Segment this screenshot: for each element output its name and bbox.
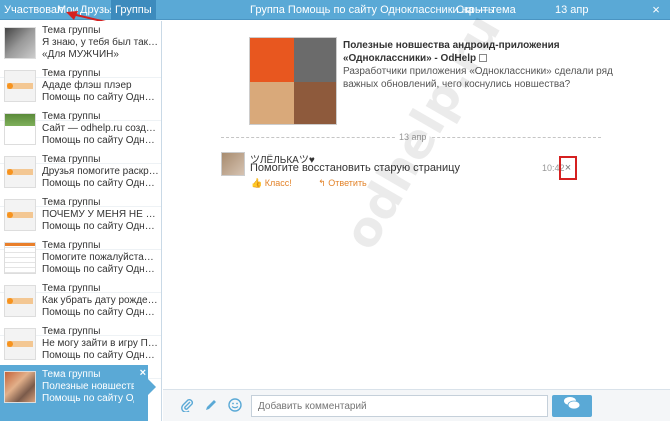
- comment-input[interactable]: [251, 395, 548, 417]
- conversation-thumbnail: [4, 199, 36, 231]
- conversation-group: Помощь по сайту Одн…: [42, 92, 155, 103]
- conversation-snippet: Полезные новшества…: [42, 381, 134, 392]
- delete-icon[interactable]: ×: [563, 162, 573, 174]
- send-icon: [564, 397, 581, 410]
- conversation-snippet: Я знаю, у тебя был так…: [42, 37, 159, 48]
- conversation-thumbnail: [4, 328, 36, 360]
- conversation-group: Помощь по сайту Одн…: [42, 350, 155, 361]
- conversation-snippet: Сайт — odhelp.ru созд…: [42, 123, 156, 134]
- conversation-title: Тема группы: [42, 25, 101, 36]
- tab-participated[interactable]: Участвовал: [4, 0, 63, 20]
- avatar[interactable]: [221, 152, 245, 176]
- post-image[interactable]: [249, 37, 337, 125]
- conversation-group: Помощь по сайту Одна…: [42, 393, 134, 404]
- conversation-title: Тема группы: [42, 111, 101, 122]
- conversation-group: Помощь по сайту Одн…: [42, 178, 155, 189]
- conversation-thumbnail: [4, 156, 36, 188]
- conversation-thumbnail: [4, 285, 36, 317]
- conversation-thumbnail: [4, 113, 36, 145]
- conversation-snippet: Не могу зайти в игру П…: [42, 338, 158, 349]
- conversation-title: Тема группы: [42, 283, 101, 294]
- conversation-title: Тема группы: [42, 369, 101, 380]
- conversation-group: Помощь по сайту Одн…: [42, 264, 155, 275]
- conversation-thumbnail: [4, 371, 36, 403]
- conversation-title: Тема группы: [42, 240, 101, 251]
- conversation-thumbnail: [4, 27, 36, 59]
- close-icon[interactable]: ×: [140, 367, 146, 379]
- conversation-snippet: Ададе флэш плэер: [42, 80, 132, 91]
- conversation-group: «Для МУЖЧИН»: [42, 49, 119, 60]
- thread-panel: Полезные новшества андроид-приложения «О…: [163, 5, 670, 389]
- conversation-snippet: Как убрать дату рожде…: [42, 295, 158, 306]
- conversation-title: Тема группы: [42, 154, 101, 165]
- conversation-group: Помощь по сайту Одн…: [42, 221, 155, 232]
- conversation-thumbnail: [4, 242, 36, 274]
- conversation-group: Помощь по сайту Одн…: [42, 307, 155, 318]
- conversation-thumbnail: [4, 70, 36, 102]
- like-button[interactable]: 👍 Класс!: [251, 178, 304, 188]
- paperclip-icon[interactable]: [179, 398, 195, 414]
- smile-icon[interactable]: [227, 398, 243, 414]
- conversation-snippet: ПОЧЕМУ У МЕНЯ НЕ …: [42, 209, 156, 220]
- conversation-title: Тема группы: [42, 197, 101, 208]
- composer-bar: [163, 389, 670, 421]
- conversation-title: Тема группы: [42, 326, 101, 337]
- conversation-snippet: Помогите пожалуйста…: [42, 252, 154, 263]
- pencil-icon[interactable]: [203, 398, 219, 414]
- close-icon[interactable]: ×: [648, 2, 664, 18]
- send-button[interactable]: [552, 395, 592, 417]
- delete-highlight: ×: [559, 156, 577, 180]
- header-date: 13 апр: [555, 4, 589, 16]
- conversation-list: Тема группы Я знаю, у тебя был так… «Для…: [0, 21, 162, 421]
- conversation-item-active[interactable]: Тема группы Полезные новшества… Помощь п…: [0, 365, 156, 421]
- conversation-group: Помощь по сайту Одн…: [42, 135, 155, 146]
- conversation-snippet: Друзья помогите раскр…: [42, 166, 159, 177]
- conversation-title: Тема группы: [42, 68, 101, 79]
